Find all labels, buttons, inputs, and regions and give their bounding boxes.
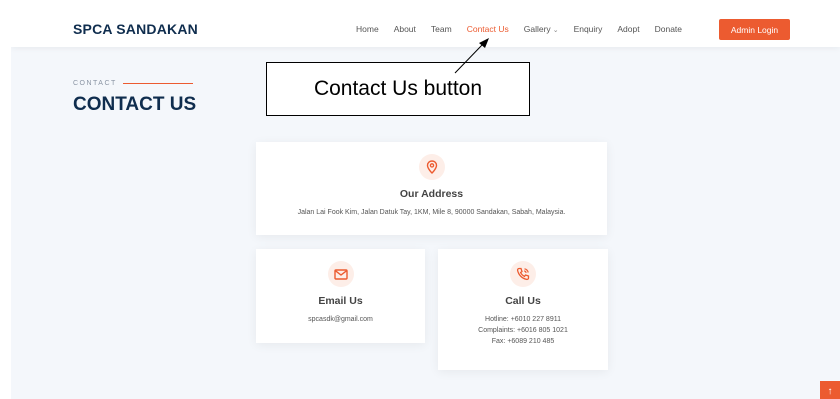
phone-icon <box>510 261 536 287</box>
email-card: Email Us spcasdk@gmail.com <box>256 249 425 343</box>
eyebrow-label: CONTACT <box>73 80 117 87</box>
email-title: Email Us <box>318 295 363 307</box>
top-navbar: SPCA SANDAKAN Home About Team Contact Us… <box>11 11 840 47</box>
admin-login-button[interactable]: Admin Login <box>719 19 790 40</box>
arrow-up-icon[interactable]: ↑ <box>820 381 840 399</box>
eyebrow-rule <box>122 83 193 84</box>
call-card: Call Us Hotline: +6010 227 8911 Complain… <box>438 249 608 370</box>
email-address[interactable]: spcasdk@gmail.com <box>256 314 425 325</box>
page-title: CONTACT US <box>73 94 197 115</box>
address-card: Our Address Jalan Lai Fook Kim, Jalan Da… <box>256 142 607 235</box>
nav-contact-us[interactable]: Contact Us <box>467 24 509 34</box>
address-title: Our Address <box>399 188 464 200</box>
location-pin-icon <box>418 154 445 180</box>
call-details: Hotline: +6010 227 8911 Complaints: +601… <box>438 314 608 347</box>
nav-gallery[interactable]: Gallery ⌄ <box>524 24 559 34</box>
envelope-icon <box>327 261 354 287</box>
nav-adopt[interactable]: Adopt <box>617 24 639 34</box>
nav-enquiry[interactable]: Enquiry <box>574 24 603 34</box>
section-eyebrow: CONTACT <box>73 80 193 87</box>
nav-home[interactable]: Home <box>356 24 379 34</box>
chevron-down-icon: ⌄ <box>552 27 559 34</box>
call-title: Call Us <box>505 295 541 307</box>
complaints-number[interactable]: Complaints: +6016 805 1021 <box>438 325 608 336</box>
address-text: Jalan Lai Fook Kim, Jalan Datuk Tay, 1KM… <box>297 209 566 216</box>
main-nav: Home About Team Contact Us Gallery ⌄ Enqu… <box>356 24 697 34</box>
nav-team[interactable]: Team <box>431 24 452 34</box>
brand-logo[interactable]: SPCA SANDAKAN <box>73 21 198 37</box>
annotation-callout: Contact Us button <box>266 62 530 116</box>
nav-gallery-label: Gallery <box>523 24 551 34</box>
nav-about[interactable]: About <box>394 24 416 34</box>
fax-number: Fax: +6089 210 485 <box>491 338 555 345</box>
hotline-number[interactable]: Hotline: +6010 227 8911 <box>438 314 608 325</box>
nav-donate[interactable]: Donate <box>655 24 682 34</box>
